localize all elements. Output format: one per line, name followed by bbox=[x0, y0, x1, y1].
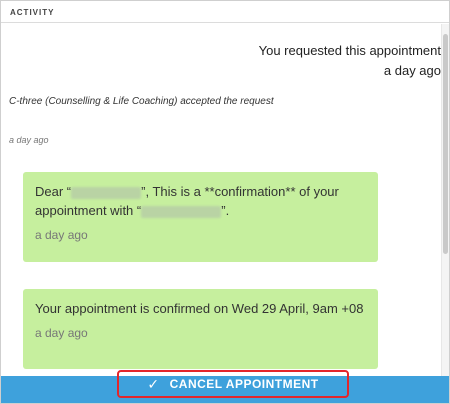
message-text: Your appointment is confirmed on Wed 29 … bbox=[35, 301, 364, 316]
redacted-provider bbox=[141, 205, 222, 218]
activity-panel: ACTIVITY You requested this appointment … bbox=[0, 0, 450, 404]
scrollbar[interactable] bbox=[441, 24, 449, 376]
redacted-name bbox=[71, 186, 142, 199]
accepted-entry-text: C-three (Counselling & Life Coaching) ac… bbox=[9, 96, 274, 107]
accepted-entry-time: a day ago bbox=[9, 135, 49, 145]
request-entry: You requested this appointment a day ago bbox=[259, 41, 441, 81]
message-time: a day ago bbox=[35, 326, 88, 340]
message-text-suffix: ”. bbox=[221, 203, 230, 218]
cancel-appointment-label: CANCEL APPOINTMENT bbox=[169, 377, 319, 391]
message-bubble: Dear “”, This is a **confirmation** of y… bbox=[23, 172, 378, 262]
cancel-appointment-button[interactable]: ✓ CANCEL APPOINTMENT bbox=[117, 370, 349, 398]
message-bubble: Your appointment is confirmed on Wed 29 … bbox=[23, 289, 378, 369]
message-time: a day ago bbox=[35, 228, 88, 242]
request-time: a day ago bbox=[383, 63, 441, 78]
activity-feed: You requested this appointment a day ago… bbox=[1, 24, 449, 376]
request-text: You requested this appointment bbox=[258, 43, 441, 58]
message-text-prefix: Dear “ bbox=[35, 184, 72, 199]
check-icon: ✓ bbox=[147, 376, 160, 392]
scrollbar-thumb[interactable] bbox=[443, 34, 448, 254]
section-title: ACTIVITY bbox=[1, 1, 449, 23]
